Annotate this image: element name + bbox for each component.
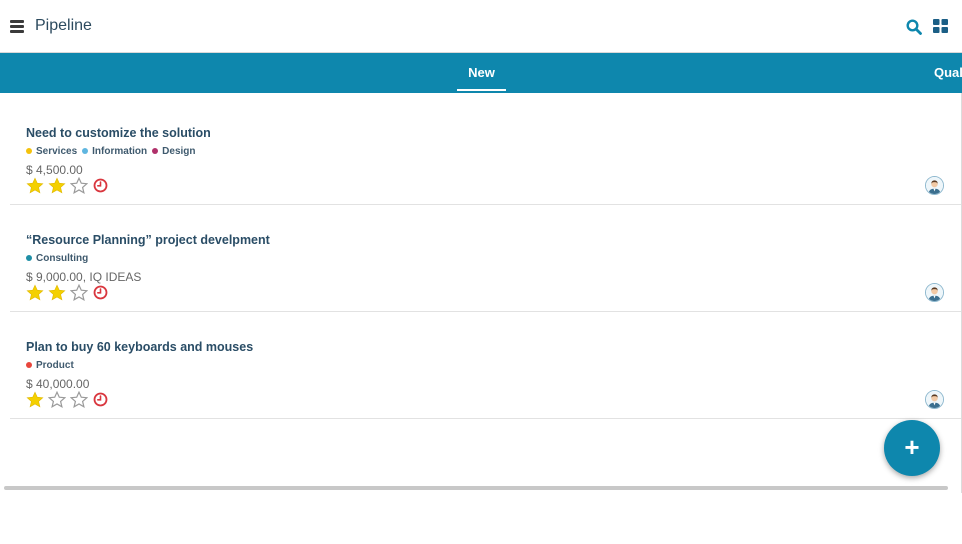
- star-empty-icon[interactable]: [70, 283, 88, 301]
- tag-list: Product: [26, 359, 79, 371]
- tag-label: Services: [36, 145, 78, 157]
- opportunity-title: “Resource Planning” project develpment: [26, 233, 270, 247]
- opportunity-amount: $ 9,000.00, IQ IDEAS: [26, 270, 142, 284]
- tag: Consulting: [26, 253, 88, 264]
- tag: Product: [26, 360, 74, 371]
- activity-clock-icon[interactable]: [93, 178, 108, 193]
- tag-label: Product: [36, 359, 74, 371]
- stage-bar: New Qual: [0, 53, 962, 93]
- opportunity-card[interactable]: Need to customize the solution Services …: [10, 98, 962, 205]
- tag-color-dot: [152, 148, 159, 154]
- tag-color-dot: [82, 148, 89, 154]
- stage-tab-label: Qual: [934, 65, 962, 80]
- opportunity-title: Plan to buy 60 keyboards and mouses: [26, 340, 254, 354]
- tag-label: Information: [92, 145, 148, 157]
- tag-list: Services Information Design: [26, 145, 201, 157]
- tag: Design: [152, 145, 196, 157]
- tag: Services: [26, 146, 77, 157]
- tag-color-dot: [26, 362, 32, 368]
- tag-color-dot: [26, 148, 32, 154]
- tag-label: Consulting: [36, 252, 89, 264]
- priority-stars: [26, 283, 108, 301]
- star-empty-icon[interactable]: [70, 390, 88, 408]
- stage-tab-new[interactable]: New: [457, 53, 506, 93]
- user-icon: [926, 391, 943, 408]
- salesperson-avatar[interactable]: [925, 176, 944, 195]
- star-filled-icon[interactable]: [26, 390, 44, 408]
- opportunity-card[interactable]: Plan to buy 60 keyboards and mouses Prod…: [10, 312, 962, 419]
- star-filled-icon[interactable]: [26, 283, 44, 301]
- user-icon: [926, 284, 943, 301]
- star-empty-icon[interactable]: [48, 390, 66, 408]
- tag: Information: [82, 146, 147, 157]
- priority-stars: [26, 176, 108, 194]
- tag-list: Consulting: [26, 252, 93, 264]
- stage-tab-qualified[interactable]: Qual: [934, 53, 962, 93]
- page-title: Pipeline: [35, 17, 92, 34]
- stage-tab-label: New: [468, 65, 495, 80]
- star-filled-icon[interactable]: [26, 176, 44, 194]
- star-filled-icon[interactable]: [48, 283, 66, 301]
- opportunity-amount: $ 40,000.00: [26, 377, 90, 391]
- activity-clock-icon[interactable]: [93, 285, 108, 300]
- tag-label: Design: [162, 145, 196, 157]
- add-opportunity-button[interactable]: +: [884, 420, 940, 476]
- opportunity-card[interactable]: “Resource Planning” project develpment C…: [10, 205, 962, 312]
- opportunity-amount: $ 4,500.00: [26, 163, 83, 177]
- tag-color-dot: [26, 255, 32, 261]
- hamburger-menu-icon[interactable]: [10, 20, 24, 33]
- priority-stars: [26, 390, 108, 408]
- active-stage-indicator: [457, 89, 506, 91]
- activity-clock-icon[interactable]: [93, 392, 108, 407]
- search-icon[interactable]: [906, 19, 922, 35]
- salesperson-avatar[interactable]: [925, 283, 944, 302]
- star-empty-icon[interactable]: [70, 176, 88, 194]
- star-filled-icon[interactable]: [48, 176, 66, 194]
- grid-view-icon[interactable]: [933, 19, 948, 33]
- opportunity-title: Need to customize the solution: [26, 126, 211, 140]
- user-icon: [926, 177, 943, 194]
- top-bar: Pipeline: [0, 0, 962, 53]
- salesperson-avatar[interactable]: [925, 390, 944, 409]
- horizontal-scrollbar[interactable]: [4, 486, 948, 490]
